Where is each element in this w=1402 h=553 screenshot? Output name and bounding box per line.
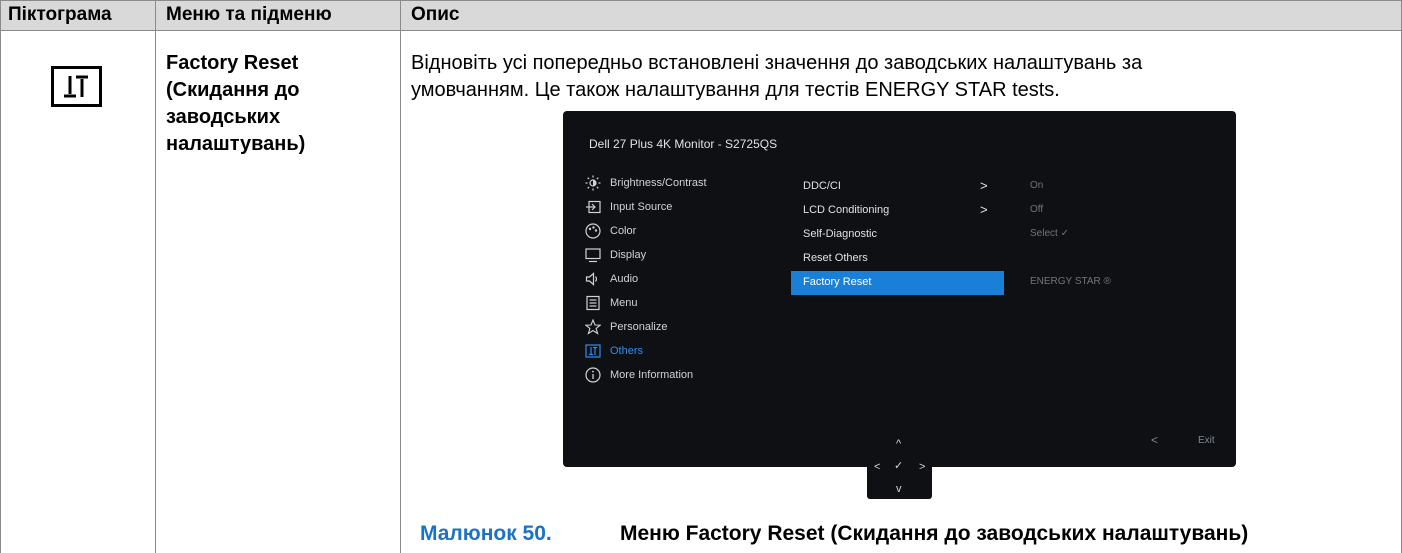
osd-menu-label: More Information	[610, 369, 694, 381]
description-line: Відновіть усі попередньо встановлені зна…	[411, 52, 1143, 74]
osd-submenu-label: DDC/CI	[803, 180, 841, 192]
osd-menu-item-more-information[interactable]: More Information	[585, 367, 785, 383]
osd-back-icon[interactable]: <	[1151, 433, 1158, 447]
osd-submenu-item-ddc-ci[interactable]: DDC/CI >	[791, 175, 1004, 199]
brightness-icon	[585, 175, 601, 191]
star-icon	[585, 319, 601, 335]
osd-submenu-item-self-diagnostic[interactable]: Self-Diagnostic	[791, 223, 1004, 247]
header-icon-column: Піктограма	[8, 4, 112, 25]
osd-submenu-item-reset-others[interactable]: Reset Others	[791, 247, 1004, 271]
osd-menu-label: Personalize	[610, 321, 668, 333]
joystick-down-icon[interactable]: v	[896, 484, 902, 495]
osd-menu-item-menu[interactable]: Menu	[585, 295, 785, 311]
joystick-check-icon[interactable]: ✓	[894, 461, 903, 472]
osd-submenu-label: Self-Diagnostic	[803, 228, 877, 240]
osd-submenu-item-lcd-conditioning[interactable]: LCD Conditioning >	[791, 199, 1004, 223]
osd-menu-label: Audio	[610, 273, 639, 285]
figure-caption: Малюнок 50. Меню Factory Reset (Скидання…	[420, 522, 1248, 546]
info-icon	[585, 367, 601, 383]
osd-value-self-diagnostic: Select ✓	[1030, 228, 1069, 239]
menu-name-line: Factory Reset	[166, 52, 299, 74]
osd-menu-item-personalize[interactable]: Personalize	[585, 319, 785, 335]
osd-menu-item-display[interactable]: Display	[585, 247, 785, 263]
chevron-right-icon: >	[980, 178, 988, 193]
osd-menu-label: Brightness/Contrast	[610, 177, 707, 189]
osd-menu-label: Display	[610, 249, 647, 261]
osd-submenu-label: LCD Conditioning	[803, 204, 890, 216]
chevron-right-icon: >	[980, 202, 988, 217]
osd-menu-label: Menu	[610, 297, 638, 309]
table-border-left	[0, 0, 1, 553]
osd-submenu-label: Reset Others	[803, 252, 868, 264]
table-header-divider	[0, 30, 1402, 31]
figure-caption-text: Меню Factory Reset (Скидання до заводськ…	[620, 522, 1249, 545]
table-column-divider-1	[155, 0, 156, 553]
osd-menu-item-input-source[interactable]: Input Source	[585, 199, 785, 215]
table-column-divider-2	[400, 0, 401, 553]
joystick-control: ^ < ✓ > v	[867, 434, 932, 499]
osd-menu-item-color[interactable]: Color	[585, 223, 785, 239]
menu-name-line: заводських	[166, 106, 281, 128]
others-icon	[585, 344, 601, 358]
menu-name-line: (Скидання до	[166, 79, 300, 101]
osd-menu-item-brightness-contrast[interactable]: Brightness/Contrast	[585, 175, 785, 191]
osd-value-ddc-ci: On	[1030, 180, 1044, 191]
osd-submenu-label: Factory Reset	[803, 276, 872, 288]
osd-value-lcd-conditioning: Off	[1030, 204, 1044, 215]
osd-submenu-item-factory-reset[interactable]: Factory Reset	[791, 271, 1004, 295]
osd-menu-label: Input Source	[610, 201, 673, 213]
osd-exit-button[interactable]: Exit	[1198, 435, 1215, 446]
description-line: умовчанням. Це також налаштування для те…	[411, 79, 1060, 101]
joystick-right-icon[interactable]: >	[919, 462, 925, 473]
header-description-column: Опис	[411, 4, 460, 25]
header-menu-column: Меню та підменю	[166, 4, 332, 25]
osd-menu-item-others[interactable]: Others	[585, 343, 785, 359]
description-text: Відновіть усі попередньо встановлені зна…	[411, 50, 1391, 104]
color-palette-icon	[585, 223, 601, 239]
osd-menu-screenshot: Dell 27 Plus 4K Monitor - S2725QS Bright…	[563, 111, 1236, 467]
figure-number: Малюнок 50.	[420, 522, 552, 545]
osd-menu-item-audio[interactable]: Audio	[585, 271, 785, 287]
others-icon	[51, 66, 102, 107]
osd-title: Dell 27 Plus 4K Monitor - S2725QS	[589, 137, 778, 151]
joystick-up-icon[interactable]: ^	[896, 439, 901, 450]
speaker-icon	[585, 272, 598, 286]
display-icon	[585, 248, 601, 263]
table-border-top	[0, 0, 1402, 1]
menu-name-cell: Factory Reset (Скидання до заводських на…	[166, 50, 396, 158]
menu-list-icon	[586, 295, 600, 311]
osd-menu-label: Others	[610, 345, 644, 357]
osd-menu-label: Color	[610, 225, 637, 237]
joystick-left-icon[interactable]: <	[874, 462, 880, 473]
input-source-icon	[586, 200, 601, 214]
menu-name-line: налаштувань)	[166, 133, 306, 155]
osd-value-energy-star: ENERGY STAR ®	[1030, 276, 1111, 287]
